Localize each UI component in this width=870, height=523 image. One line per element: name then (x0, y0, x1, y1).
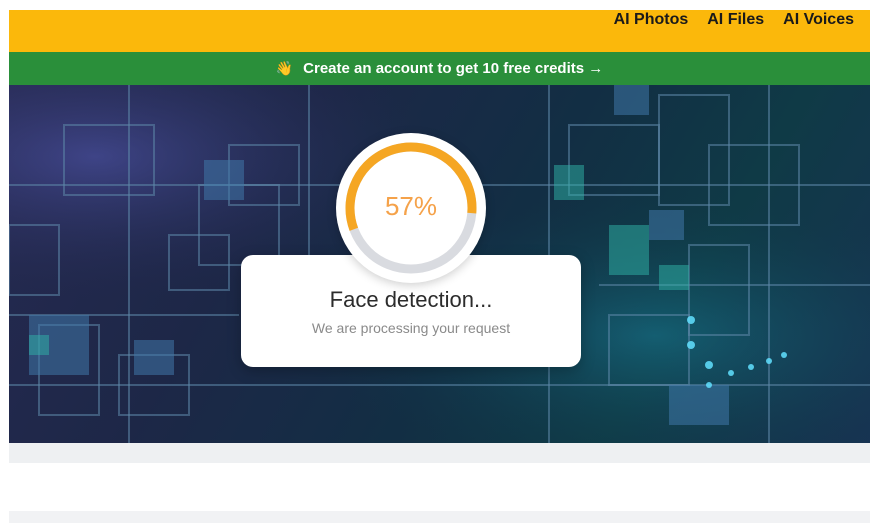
nav-ai-files[interactable]: AI Files (707, 11, 764, 29)
top-header: AI Photos AI Files AI Voices (9, 10, 870, 52)
promo-text[interactable]: Create an account to get 10 free credits… (303, 60, 603, 77)
progress-ring: 57% (336, 133, 486, 283)
nav-ai-voices[interactable]: AI Voices (783, 11, 854, 29)
main-nav: AI Photos AI Files AI Voices (614, 10, 854, 30)
progress-percent: 57% (384, 191, 438, 221)
footer-strip (9, 443, 870, 463)
status-title: Face detection... (329, 287, 493, 312)
waving-hand-icon: 👋 (275, 60, 294, 76)
nav-ai-photos[interactable]: AI Photos (614, 11, 689, 29)
status-subtitle: We are processing your request (311, 320, 511, 336)
promo-banner[interactable]: 👋 Create an account to get 10 free credi… (9, 52, 870, 85)
footer-strip-bottom (9, 511, 870, 523)
